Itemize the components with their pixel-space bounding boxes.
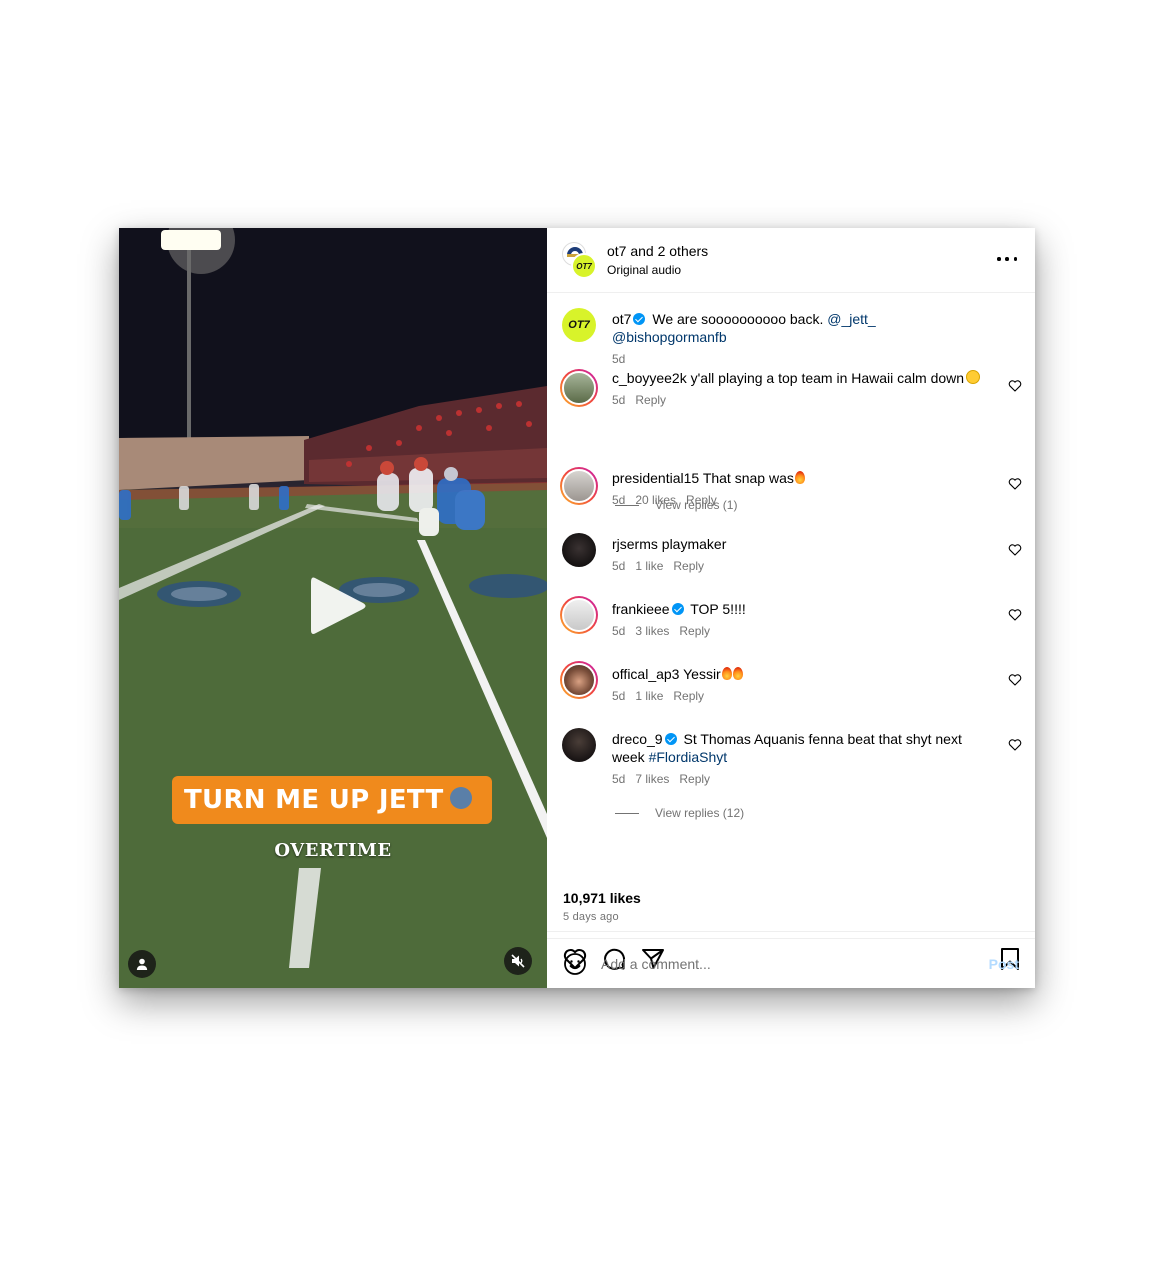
comment-time[interactable]: 5d	[612, 493, 625, 507]
verified-icon	[671, 603, 684, 616]
comment-text: That snap was	[702, 470, 794, 486]
play-icon[interactable]	[301, 570, 373, 642]
hashtag-link[interactable]: #FlordiaShyt	[649, 749, 728, 765]
avatar[interactable]	[560, 467, 598, 505]
reply-button[interactable]: Reply	[679, 772, 710, 786]
verified-icon	[633, 313, 646, 326]
user-tag-icon[interactable]	[128, 950, 156, 978]
reply-button[interactable]: Reply	[679, 624, 710, 638]
likes-count[interactable]: 10,971 likes	[563, 890, 641, 906]
more-icon[interactable]	[995, 250, 1019, 268]
comment-time[interactable]: 5d	[612, 559, 625, 573]
heart-icon[interactable]	[1008, 543, 1022, 557]
audio-label[interactable]: Original audio	[607, 262, 708, 278]
fire-emoji-icon	[721, 666, 732, 680]
heart-icon[interactable]	[1008, 477, 1022, 491]
avatar: OT7	[571, 253, 597, 279]
comment-input[interactable]	[601, 951, 971, 977]
video-subcaption: OVERTIME	[274, 840, 392, 861]
caption-time[interactable]: 5d	[612, 352, 625, 366]
comment-username[interactable]: frankieee	[612, 601, 670, 617]
post-modal: TURN ME UP JETT OVERTIME OT7 ot7 and 2 o	[119, 228, 1035, 988]
comment-username[interactable]: presidential15	[612, 470, 699, 486]
reply-button[interactable]: Reply	[673, 689, 704, 703]
comment-time[interactable]: 5d	[612, 689, 625, 703]
comment-likes[interactable]: 1 like	[635, 689, 663, 703]
emoji-icon[interactable]	[563, 952, 587, 976]
comment-username[interactable]: offical_ap3	[612, 666, 679, 682]
comment-text: y'all playing a top team in Hawaii calm …	[690, 370, 965, 386]
caption-text: We are soooooooooo back.	[652, 311, 824, 327]
reply-button[interactable]: Reply	[635, 393, 666, 407]
comment-text: playmaker	[661, 536, 727, 552]
avatar[interactable]: OT7	[562, 308, 596, 342]
reply-button[interactable]: Reply	[673, 559, 704, 573]
avatar[interactable]	[562, 728, 596, 762]
comment-likes[interactable]: 1 like	[635, 559, 663, 573]
mention-link[interactable]: @bishopgormanfb	[612, 329, 727, 345]
fire-emoji-icon	[794, 470, 805, 484]
comment-composer: Post	[547, 938, 1035, 988]
avatar[interactable]	[562, 533, 596, 567]
heart-icon[interactable]	[1008, 673, 1022, 687]
video-caption-text: TURN ME UP JETT	[184, 785, 444, 815]
mute-icon[interactable]	[504, 947, 532, 975]
post-sidebar: OT7 ot7 and 2 others Original audio OT7 …	[547, 228, 1035, 988]
post-timestamp[interactable]: 5 days ago	[563, 911, 619, 923]
caption-username[interactable]: ot7	[612, 311, 631, 327]
speaking-head-icon	[449, 786, 472, 809]
comment-text: Yessir	[683, 666, 721, 682]
post-header: OT7 ot7 and 2 others Original audio	[547, 228, 1035, 293]
collab-avatars[interactable]: OT7	[562, 242, 598, 279]
comment-username[interactable]: dreco_9	[612, 731, 663, 747]
comment-username[interactable]: rjserms	[612, 536, 658, 552]
avatar[interactable]	[560, 661, 598, 699]
avatar[interactable]	[560, 369, 598, 407]
comment-likes[interactable]: 3 likes	[635, 624, 669, 638]
laughing-emoji-icon	[966, 370, 981, 385]
comment-text: TOP 5!!!!	[690, 601, 746, 617]
post-button[interactable]: Post	[989, 956, 1019, 972]
comment-likes[interactable]: 20 likes	[635, 493, 676, 507]
fire-emoji-icon	[732, 666, 743, 680]
comments-list[interactable]: OT7 ot7 We are soooooooooo back. @_jett_…	[547, 293, 1035, 932]
heart-icon[interactable]	[1008, 608, 1022, 622]
video-player[interactable]: TURN ME UP JETT OVERTIME	[119, 228, 547, 988]
comment-time[interactable]: 5d	[612, 772, 625, 786]
comment-time[interactable]: 5d	[612, 393, 625, 407]
video-caption: TURN ME UP JETT	[172, 776, 492, 824]
comment-likes[interactable]: 7 likes	[635, 772, 669, 786]
heart-icon[interactable]	[1008, 379, 1022, 393]
comment-username[interactable]: c_boyyee2k	[612, 370, 687, 386]
mention-link[interactable]: @_jett_	[827, 311, 875, 327]
heart-icon[interactable]	[1008, 738, 1022, 752]
post-authors[interactable]: ot7 and 2 others	[607, 242, 708, 260]
view-replies-button[interactable]: View replies (12)	[615, 806, 744, 820]
avatar[interactable]	[560, 596, 598, 634]
comment-time[interactable]: 5d	[612, 624, 625, 638]
reply-button[interactable]: Reply	[686, 493, 717, 507]
verified-icon	[664, 733, 677, 746]
